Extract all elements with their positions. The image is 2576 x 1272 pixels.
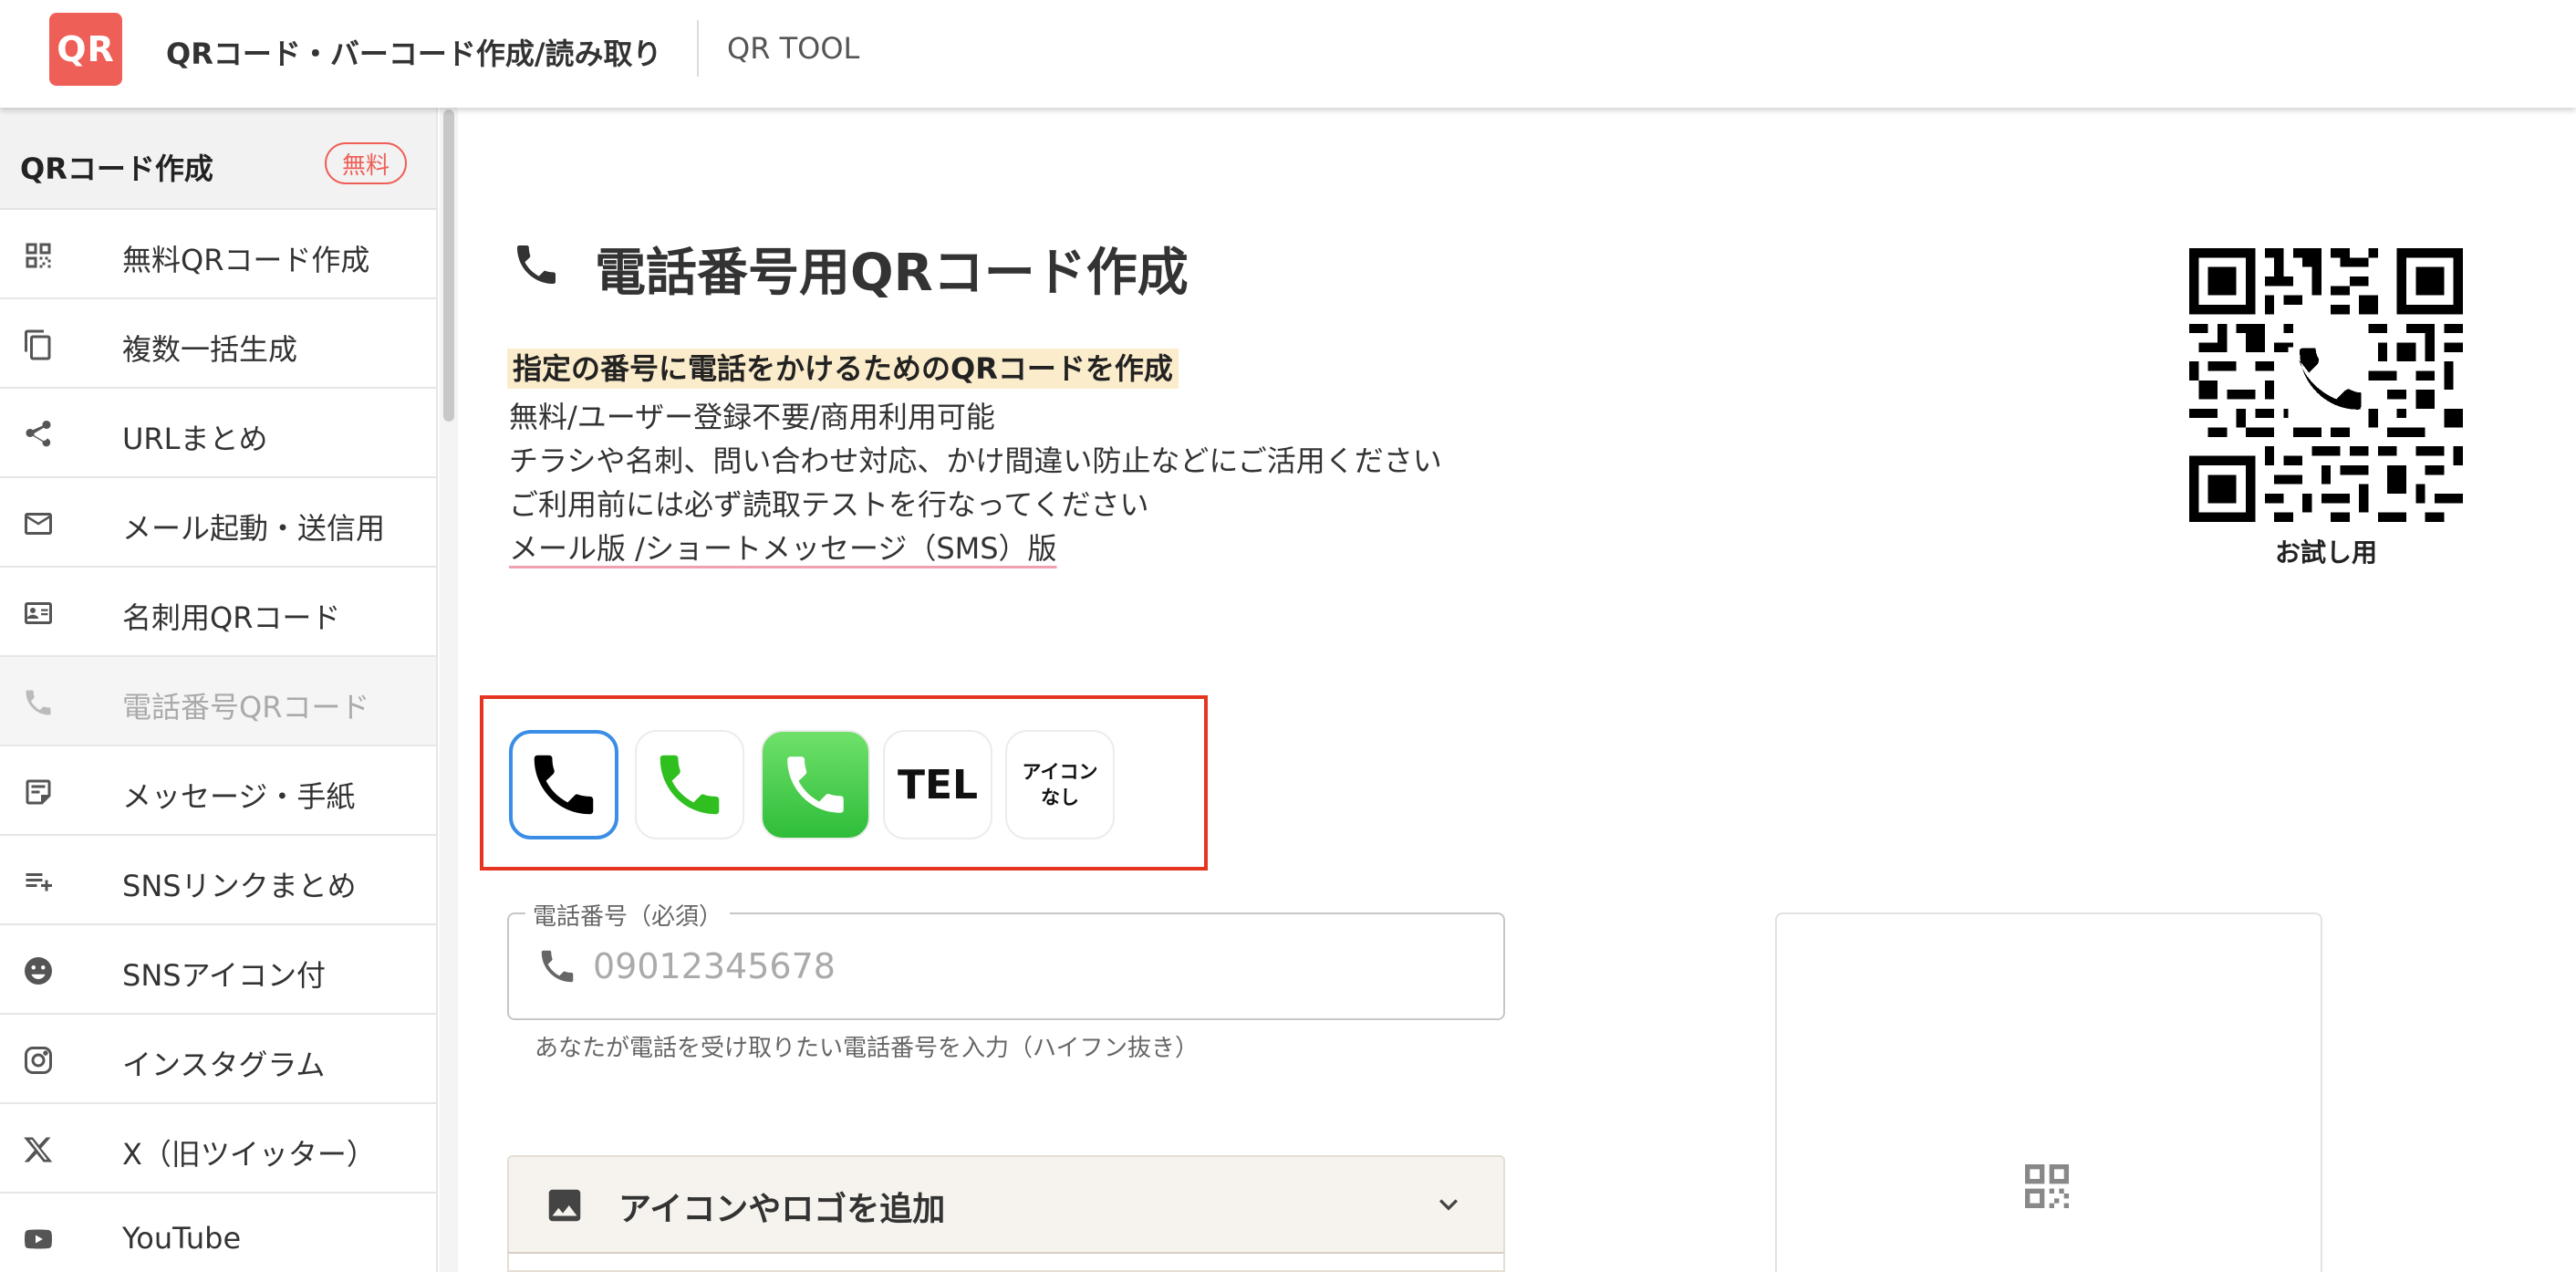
sidebar-scrollbar-thumb[interactable] (443, 109, 454, 422)
no-icon-option-label: アイコン なし (1022, 761, 1098, 808)
phone-icon (536, 945, 578, 987)
sidebar-item-label: メール起動・送信用 (122, 511, 386, 546)
sidebar-item-instagram[interactable]: インスタグラム (0, 1015, 436, 1104)
sidebar-item-business-card[interactable]: 名刺用QRコード (0, 568, 436, 657)
description-highlight: 指定の番号に電話をかけるためのQRコードを作成 (507, 349, 1179, 389)
sidebar-item-label: YouTube (122, 1221, 242, 1256)
youtube-icon (20, 1223, 57, 1256)
app-title[interactable]: QRコード・バーコード作成/読み取り (166, 31, 662, 73)
description-line: ご利用前には必ず読取テストを行なってください (509, 487, 1149, 522)
sidebar-item-free-qr[interactable]: 無料QRコード作成 (0, 210, 436, 299)
icon-option-none[interactable]: アイコン なし (1005, 730, 1115, 839)
sidebar-item-label: メッセージ・手紙 (122, 779, 356, 814)
phone-field-label: 電話番号（必須） (525, 898, 731, 932)
smiley-icon (20, 954, 57, 987)
x-logo-icon (20, 1133, 57, 1166)
page-title: 電話番号用QRコード作成 (595, 244, 1189, 303)
qr-code-icon (2018, 1157, 2076, 1215)
share-icon (20, 418, 57, 451)
phone-field-help: あなたが電話を受け取りたい電話番号を入力（ハイフン抜き） (535, 1035, 1200, 1062)
sidebar: QRコード作成 無料 無料QRコード作成 複数一括生成 URLまとめ メール起動… (0, 108, 438, 1272)
playlist-add-icon (20, 865, 57, 898)
note-icon (20, 776, 57, 808)
sidebar-item-sns-icon[interactable]: SNSアイコン付 (0, 925, 436, 1015)
id-card-icon (20, 597, 57, 630)
sidebar-item-label: 複数一括生成 (122, 332, 298, 367)
chevron-down-icon[interactable] (1430, 1186, 1467, 1223)
instagram-icon (20, 1044, 57, 1077)
mail-icon (20, 507, 57, 540)
sidebar-item-label: 名刺用QRコード (122, 600, 341, 635)
description-line: チラシや名刺、問い合わせ対応、かけ間違い防止などにご活用ください (509, 443, 1442, 478)
phone-icon (511, 239, 562, 290)
icon-option-green-app-phone[interactable] (761, 730, 870, 839)
sidebar-item-label: SNSアイコン付 (122, 958, 326, 993)
accordion-label: アイコンやロゴを追加 (618, 1191, 946, 1228)
icon-option-tel[interactable]: TEL (883, 730, 992, 839)
sidebar-item-x[interactable]: X（旧ツイッター） (0, 1104, 436, 1194)
sidebar-item-mail[interactable]: メール起動・送信用 (0, 478, 436, 568)
sidebar-heading-title: QRコード作成 (20, 151, 213, 186)
phone-number-input[interactable] (593, 940, 1469, 993)
sidebar-item-label: インスタグラム (122, 1048, 326, 1082)
sample-qr-code (2189, 248, 2463, 522)
sidebar-item-label: SNSリンクまとめ (122, 869, 357, 903)
sidebar-item-label: 電話番号QRコード (122, 690, 370, 725)
sample-qr-label: お試し用 (2274, 537, 2377, 568)
free-badge: 無料 (325, 142, 407, 184)
app-logo[interactable]: QR (49, 13, 122, 86)
sms-version-link[interactable]: メール版 /ショートメッセージ（SMS）版 (509, 526, 1057, 568)
sidebar-item-bulk[interactable]: 複数一括生成 (0, 299, 436, 389)
copy-icon (20, 328, 57, 361)
phone-icon (787, 756, 844, 813)
phone-icon (20, 686, 57, 719)
phone-icon (534, 755, 594, 815)
sidebar-item-url[interactable]: URLまとめ (0, 389, 436, 478)
header-divider (697, 20, 699, 77)
tel-option-label: TEL (897, 761, 979, 808)
sidebar-item-label: URLまとめ (122, 422, 268, 456)
sidebar-item-phone[interactable]: 電話番号QRコード (0, 657, 436, 746)
sidebar-item-message[interactable]: メッセージ・手紙 (0, 746, 436, 836)
sidebar-item-youtube[interactable]: YouTube (0, 1194, 436, 1272)
app-header: QR QRコード・バーコード作成/読み取り QR TOOL (0, 0, 2576, 108)
icon-option-black-phone[interactable] (509, 730, 618, 839)
description-line: 無料/ユーザー登録不要/商用利用可能 (509, 400, 995, 434)
sidebar-item-sns-links[interactable]: SNSリンクまとめ (0, 836, 436, 925)
image-icon (544, 1184, 586, 1226)
phone-icon (660, 755, 720, 815)
icon-option-green-phone[interactable] (635, 730, 744, 839)
accordion-next-section (507, 1252, 1505, 1272)
sidebar-item-label: X（旧ツイッター） (122, 1137, 376, 1172)
header-subtitle[interactable]: QR TOOL (727, 31, 859, 66)
sidebar-heading: QRコード作成 無料 (0, 108, 436, 210)
qr-preview-panel (1775, 912, 2322, 1272)
sidebar-item-label: 無料QRコード作成 (122, 243, 370, 277)
qr-grid-icon (20, 239, 57, 272)
